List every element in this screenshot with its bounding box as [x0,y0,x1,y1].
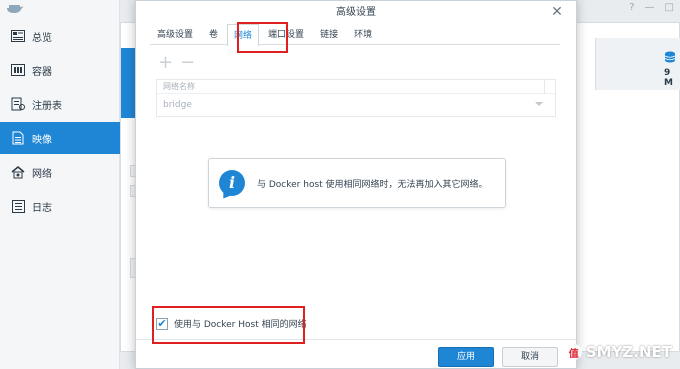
tab-environment[interactable]: 环境 [347,23,379,45]
network-select[interactable]: bridge [157,94,555,116]
minimize-icon[interactable]: — [645,2,655,13]
overview-icon [10,28,26,44]
storage-icon [664,51,676,63]
network-icon [10,164,26,180]
tab-volume[interactable]: 卷 [202,23,225,45]
network-table: 网络名称 bridge [156,79,556,117]
image-icon [10,130,26,146]
maximize-icon[interactable]: □ [665,2,674,13]
tab-links[interactable]: 链接 [313,23,345,45]
sidebar-item-registry[interactable]: 注册表 [0,88,120,120]
watermark: 值 SMYZ.NET [565,343,672,361]
info-icon: i [219,170,245,196]
docker-whale-icon [7,5,24,13]
sidebar-item-log[interactable]: 日志 [0,190,120,222]
tab-advanced[interactable]: 高级设置 [150,23,200,45]
sidebar-item-image[interactable]: 映像 [0,122,120,154]
chevron-down-icon [535,102,543,106]
annotation-highlight-host-checkbox [152,306,305,344]
sidebar-item-container[interactable]: 容器 [0,54,120,86]
info-message: i 与 Docker host 使用相同网络时，无法再加入其它网络。 [208,158,506,208]
network-name-header: 网络名称 [157,80,555,94]
apply-button[interactable]: 应用 [438,347,494,367]
sidebar-item-overview[interactable]: 总览 [0,20,120,52]
watermark-text: SMYZ.NET [585,343,672,361]
sidebar: 总览 容器 注册表 映像 网络 日志 [0,0,120,369]
network-select-value: bridge [163,100,192,110]
sidebar-item-label: 日志 [32,202,52,214]
cancel-button[interactable]: 取消 [502,347,558,367]
window-controls: ? — □ [629,2,674,13]
watermark-logo-icon: 值 [565,344,582,360]
annotation-highlight-network-tab [237,22,288,53]
sidebar-item-label: 容器 [32,66,52,78]
tab-bar: 高级设置 卷 网络 端口设置 链接 环境 [150,23,560,46]
registry-icon [10,96,26,112]
close-icon[interactable]: ✕ [550,5,564,19]
sidebar-item-label: 网络 [32,168,52,180]
log-icon [10,198,26,214]
sidebar-item-label: 映像 [32,134,52,146]
sidebar-item-network[interactable]: 网络 [0,156,120,188]
container-icon [10,62,26,78]
remove-network-button[interactable]: − [180,54,195,72]
sidebar-item-label: 注册表 [32,100,62,112]
column-divider [544,80,545,94]
storage-stat: 9 M [664,68,673,88]
background-stat-panel: 9 M [595,38,680,90]
dialog-title: 高级设置 [336,7,376,18]
info-text: 与 Docker host 使用相同网络时，无法再加入其它网络。 [257,179,488,190]
question-icon[interactable]: ? [629,2,634,13]
add-network-button[interactable]: + [158,54,173,72]
sidebar-item-label: 总览 [32,32,52,44]
